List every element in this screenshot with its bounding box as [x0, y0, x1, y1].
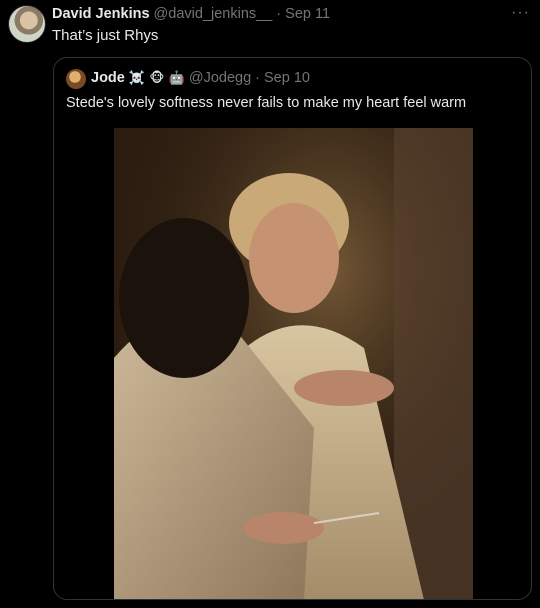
separator-dot: ·: [276, 6, 282, 22]
more-options-icon[interactable]: ···: [511, 4, 530, 22]
photo-illustration: [114, 128, 473, 599]
tweet-header: David Jenkins @david_jenkins__ · Sep 11: [52, 6, 330, 22]
quoted-tweet-header: Jode ☠️ 🐵 🤖 @Jodegg · Sep 10: [91, 70, 310, 86]
monkey-face-emoji-icon: 🐵: [149, 70, 165, 85]
quoted-tweet-photo[interactable]: [114, 128, 473, 599]
quoted-separator-dot: ·: [255, 70, 260, 86]
robot-emoji-icon: 🤖: [168, 70, 186, 85]
quoted-author-name[interactable]: Jode: [91, 70, 125, 86]
tweet: David Jenkins @david_jenkins__ · Sep 11 …: [0, 0, 540, 608]
quoted-author-avatar[interactable]: [66, 69, 86, 89]
quoted-tweet-text: Stede's lovely softness never fails to m…: [66, 95, 467, 111]
author-avatar[interactable]: [8, 5, 46, 43]
skull-crossbones-emoji-icon: ☠️: [128, 70, 146, 85]
quoted-author-handle[interactable]: @Jodegg: [189, 70, 251, 86]
tweet-date[interactable]: Sep 11: [285, 6, 330, 22]
quoted-tweet-date[interactable]: Sep 10: [264, 70, 310, 86]
author-handle[interactable]: @david_jenkins__: [154, 6, 273, 22]
tweet-text: That’s just Rhys: [52, 27, 159, 44]
quoted-tweet[interactable]: Jode ☠️ 🐵 🤖 @Jodegg · Sep 10 Stede's lov…: [53, 57, 532, 600]
author-name[interactable]: David Jenkins: [52, 6, 150, 22]
